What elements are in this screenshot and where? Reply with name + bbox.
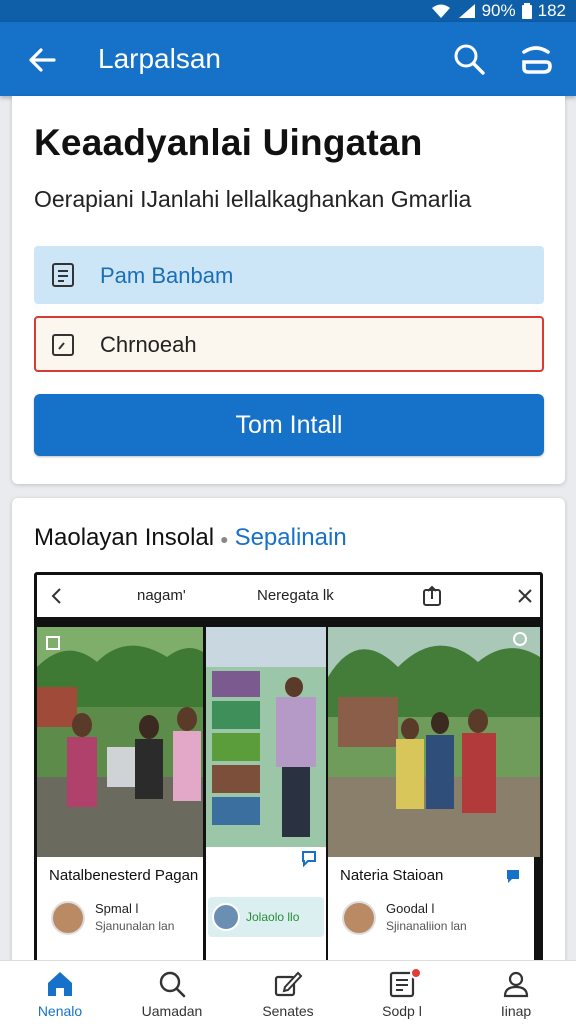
menu-icon[interactable]	[516, 40, 556, 80]
page-subtitle: Oerapiani IJanlahi lellalkaghankan Gmarl…	[34, 186, 472, 212]
chevron-left-icon[interactable]	[47, 586, 67, 606]
avatar	[212, 903, 240, 931]
photo-group-market[interactable]	[37, 627, 203, 857]
nav-item-profile[interactable]: Iinap	[468, 961, 564, 1024]
nav-item-search[interactable]: Uamadan	[124, 961, 220, 1024]
section-title: Maolayan Insolal ● Sepalinain	[34, 524, 347, 552]
nav-item-edit[interactable]: Senates	[240, 961, 336, 1024]
edit-icon	[274, 971, 303, 997]
section-title-text: Maolayan Insolal	[34, 524, 215, 551]
post-author: Goodal l	[386, 901, 435, 916]
preview-tab-2[interactable]: Neregata lk	[257, 587, 334, 604]
comment-chip-text: Jolaolo llo	[246, 910, 300, 924]
install-button[interactable]: Tom Intall	[34, 394, 544, 456]
status-bar: 90% 182	[0, 0, 576, 22]
back-arrow-icon[interactable]	[24, 42, 60, 78]
nav-label: Uamadan	[141, 1003, 203, 1019]
form-card: Keaadyanlai Uingatan Oerapiani IJanlahi …	[12, 96, 565, 484]
share-icon[interactable]	[421, 585, 443, 607]
post-card-left[interactable]: Natalbenesterd Pagan Spmal l Sjanunalan …	[37, 857, 203, 962]
nav-item-home[interactable]: Nenalo	[12, 961, 108, 1024]
post-title: Nateria Staioan	[340, 867, 444, 884]
screenshot-preview[interactable]: nagam' Neregata lk Jolaolo llo Natalbene…	[34, 572, 543, 968]
nav-label: Sodp l	[382, 1003, 422, 1019]
signal-icon	[458, 4, 475, 18]
chat-bubble-icon[interactable]	[504, 867, 522, 885]
post-title: Natalbenesterd Pagan	[49, 867, 199, 884]
page-title: Keaadyanlai Uingatan	[34, 122, 423, 163]
nav-label: Iinap	[500, 1003, 532, 1019]
profile-icon	[503, 971, 529, 998]
post-author: Spmal l	[95, 901, 139, 916]
nav-item-documents[interactable]: Sodp l	[354, 961, 450, 1024]
search-icon[interactable]	[450, 40, 488, 78]
document-icon	[52, 263, 74, 287]
name-field[interactable]: Pam Banbam	[34, 246, 544, 304]
preview-top-bar: nagam' Neregata lk	[37, 575, 540, 617]
chat-bubble-icon[interactable]	[300, 849, 318, 867]
section-link[interactable]: Sepalinain	[235, 524, 347, 551]
battery-percentage: 90%	[481, 1, 516, 20]
close-icon[interactable]	[515, 586, 535, 606]
nav-label: Senates	[262, 1003, 314, 1019]
avatar	[51, 901, 85, 935]
error-field[interactable]: Chrnoeah	[34, 316, 544, 372]
name-field-value: Pam Banbam	[100, 263, 234, 288]
preview-card: Maolayan Insolal ● Sepalinain nagam' Nereg…	[12, 498, 565, 968]
photo-group-village[interactable]	[328, 627, 540, 857]
post-card-right[interactable]: Nateria Staioan Goodal l Sjinanaliion la…	[328, 857, 534, 962]
avatar	[342, 901, 376, 935]
home-icon	[48, 972, 72, 996]
bottom-navigation: Nenalo Uamadan Senates Sodp l Iinap	[0, 960, 576, 1024]
nav-label: Nenalo	[37, 1003, 83, 1019]
middle-feed-panel[interactable]: Jolaolo llo	[206, 627, 326, 967]
notification-badge	[410, 967, 422, 979]
post-meta: Sjanunalan lan	[95, 919, 175, 933]
preview-tab-1[interactable]: nagam'	[137, 587, 186, 604]
clock: 182	[537, 1, 566, 20]
wifi-icon	[431, 4, 450, 18]
app-bar: Larpalsan	[0, 22, 576, 96]
search-icon	[159, 971, 186, 998]
checkbox-icon	[52, 334, 74, 356]
error-field-value: Chrnoeah	[100, 332, 197, 357]
feed-thumbnails	[206, 627, 326, 847]
app-bar-title: Larpalsan	[98, 43, 221, 74]
battery-icon	[521, 3, 532, 19]
separator-dot: ●	[220, 530, 229, 547]
post-meta: Sjinanaliion lan	[386, 919, 467, 933]
comment-chip[interactable]: Jolaolo llo	[208, 897, 324, 937]
